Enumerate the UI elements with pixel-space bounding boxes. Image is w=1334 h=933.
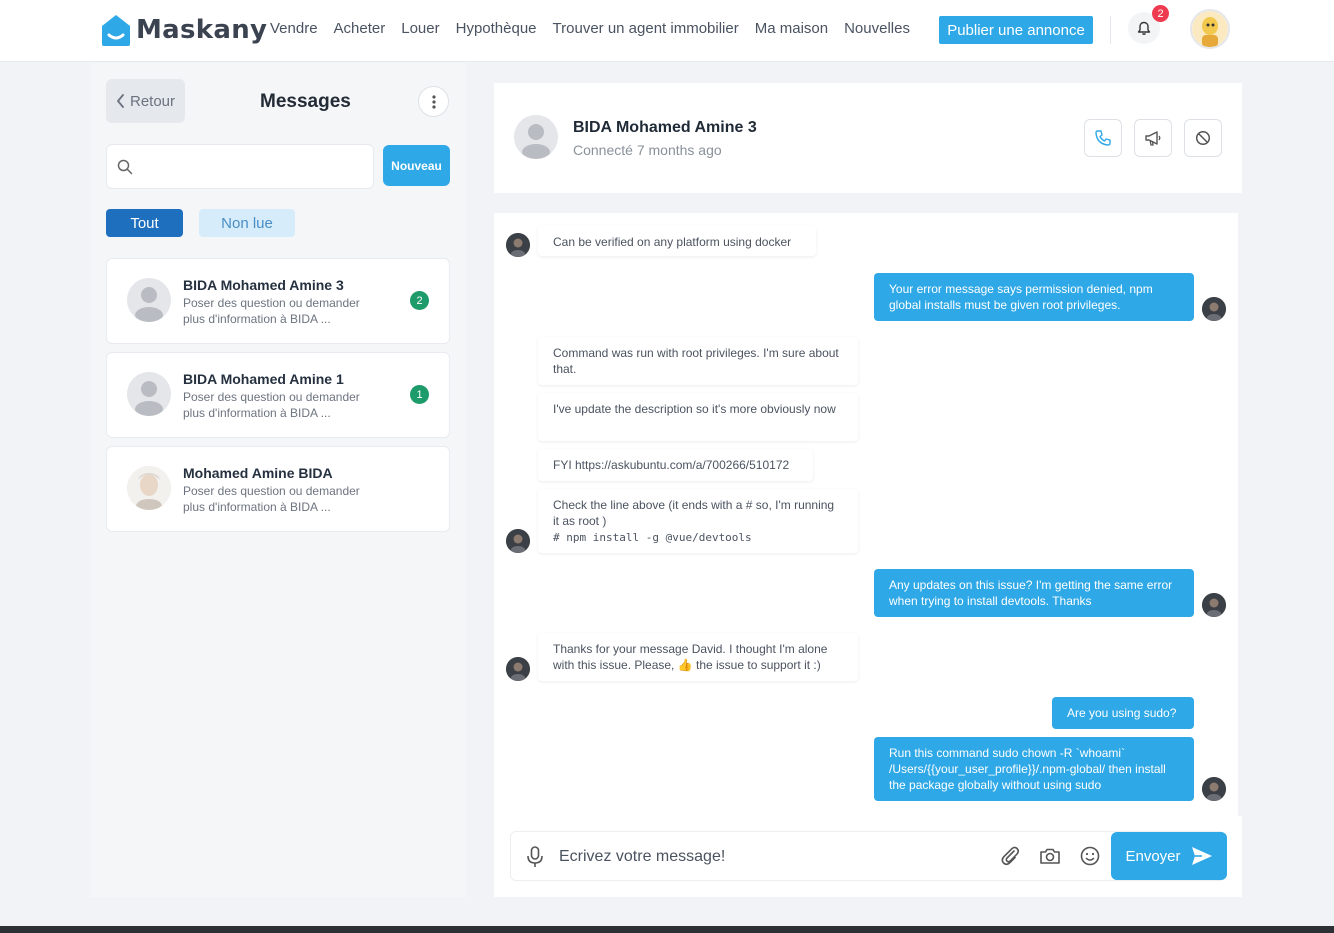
- default-user-icon: [127, 372, 171, 416]
- message-thread: Can be verified on any platform using do…: [494, 213, 1238, 816]
- sender-avatar: [506, 233, 530, 257]
- bell-icon: [1137, 21, 1151, 35]
- sender-avatar: [1202, 777, 1226, 801]
- send-icon: [1191, 847, 1212, 865]
- search-input[interactable]: [143, 155, 363, 179]
- user-photo-icon: [506, 529, 530, 553]
- incoming-message: Thanks for your message David. I thought…: [538, 633, 858, 681]
- conversation-item[interactable]: BIDA Mohamed Amine 3 Poser des question …: [106, 258, 450, 344]
- user-avatar[interactable]: [1190, 9, 1230, 49]
- avatar: [127, 278, 171, 322]
- send-button[interactable]: Envoyer: [1111, 832, 1227, 880]
- unread-badge: 2: [410, 291, 429, 310]
- sender-avatar: [506, 657, 530, 681]
- outgoing-message: Run this command sudo chown -R `whoami` …: [874, 737, 1194, 801]
- back-button[interactable]: Retour: [106, 79, 185, 123]
- avatar: [127, 466, 171, 510]
- filter-all-tab[interactable]: Tout: [106, 209, 183, 237]
- search-box: [106, 144, 374, 189]
- contact-name: BIDA Mohamed Amine 3: [573, 119, 757, 136]
- conversation-name: BIDA Mohamed Amine 1: [183, 371, 344, 387]
- user-photo-icon: [1202, 593, 1226, 617]
- notification-count-badge: 2: [1152, 5, 1169, 22]
- user-avatar-image: [1192, 11, 1228, 47]
- top-navbar: Maskany Vendre Acheter Louer Hypothèque …: [0, 0, 1334, 62]
- user-photo-icon: [1202, 777, 1226, 801]
- publish-listing-button[interactable]: Publier une annonce: [939, 16, 1093, 44]
- incoming-message: Can be verified on any platform using do…: [538, 226, 816, 256]
- conversations-panel: Retour Messages Nouveau Tout Non lue BID…: [90, 63, 466, 897]
- sender-avatar: [1202, 297, 1226, 321]
- incoming-message: Check the line above (it ends with a # s…: [538, 489, 858, 553]
- more-options-button[interactable]: [418, 86, 449, 117]
- sender-avatar: [506, 529, 530, 553]
- default-user-icon: [514, 115, 558, 159]
- block-button[interactable]: [1184, 119, 1222, 157]
- conversation-preview: Poser des question ou demander plus d'in…: [183, 296, 360, 326]
- nav-item-hypotheque[interactable]: Hypothèque: [456, 20, 537, 37]
- user-photo-icon: [1202, 297, 1226, 321]
- messages-title: Messages: [260, 91, 351, 112]
- call-button[interactable]: [1084, 119, 1122, 157]
- contact-status: Connecté 7 months ago: [573, 142, 722, 158]
- filter-unread-tab[interactable]: Non lue: [199, 209, 295, 237]
- main-nav: Vendre Acheter Louer Hypothèque Trouver …: [270, 20, 926, 37]
- sender-avatar: [1202, 593, 1226, 617]
- composer-box: Envoyer: [510, 831, 1227, 881]
- unread-badge: 1: [410, 385, 429, 404]
- brand-logo[interactable]: Maskany: [100, 13, 267, 47]
- conversation-name: Mohamed Amine BIDA: [183, 465, 333, 481]
- conversation-item[interactable]: BIDA Mohamed Amine 1 Poser des question …: [106, 352, 450, 438]
- conversation-preview: Poser des question ou demander plus d'in…: [183, 390, 360, 420]
- house-logo-icon: [102, 15, 130, 46]
- block-icon: [1195, 130, 1211, 146]
- message-code: # npm install -g @vue/devtools: [553, 531, 752, 544]
- search-icon: [117, 159, 133, 175]
- incoming-message: I've update the description so it's more…: [538, 393, 858, 441]
- camera-icon[interactable]: [1039, 845, 1061, 867]
- paperclip-icon[interactable]: [999, 845, 1021, 867]
- new-conversation-button[interactable]: Nouveau: [383, 145, 450, 186]
- brand-name: Maskany: [136, 15, 268, 45]
- nav-item-acheter[interactable]: Acheter: [334, 20, 386, 37]
- report-button[interactable]: [1134, 119, 1172, 157]
- megaphone-icon: [1145, 131, 1161, 146]
- incoming-message: Command was run with root privileges. I'…: [538, 337, 858, 385]
- outgoing-message: Your error message says permission denie…: [874, 273, 1194, 321]
- conversation-item[interactable]: Mohamed Amine BIDA Poser des question ou…: [106, 446, 450, 532]
- emoji-icon[interactable]: [1079, 845, 1101, 867]
- more-vertical-icon: [431, 94, 436, 109]
- user-photo-icon: [506, 657, 530, 681]
- nav-item-ma-maison[interactable]: Ma maison: [755, 20, 828, 37]
- chat-header: BIDA Mohamed Amine 3 Connecté 7 months a…: [494, 83, 1242, 193]
- outgoing-message: Any updates on this issue? I'm getting t…: [874, 569, 1194, 617]
- conversation-preview: Poser des question ou demander plus d'in…: [183, 484, 360, 514]
- message-composer: Envoyer: [494, 816, 1242, 897]
- microphone-icon[interactable]: [525, 845, 545, 869]
- nav-item-nouvelles[interactable]: Nouvelles: [844, 20, 910, 37]
- nav-item-louer[interactable]: Louer: [401, 20, 439, 37]
- conversation-name: BIDA Mohamed Amine 3: [183, 277, 344, 293]
- phone-icon: [1095, 130, 1111, 146]
- message-input[interactable]: [559, 845, 979, 869]
- avatar: [514, 115, 558, 159]
- avatar: [127, 372, 171, 416]
- message-text: Check the line above (it ends with a # s…: [553, 498, 835, 528]
- taskbar-strip: [0, 926, 1334, 933]
- chevron-left-icon: [117, 94, 124, 108]
- user-photo-icon: [506, 233, 530, 257]
- incoming-message: FYI https://askubuntu.com/a/700266/51017…: [538, 449, 813, 481]
- back-label: Retour: [129, 92, 176, 110]
- nav-item-vendre[interactable]: Vendre: [270, 20, 318, 37]
- nav-item-trouver-agent[interactable]: Trouver un agent immobilier: [553, 20, 739, 37]
- user-photo-icon: [127, 466, 171, 510]
- send-label: Envoyer: [1125, 847, 1181, 865]
- outgoing-message: Are you using sudo?: [1052, 697, 1194, 729]
- default-user-icon: [127, 278, 171, 322]
- nav-divider: [1110, 16, 1111, 44]
